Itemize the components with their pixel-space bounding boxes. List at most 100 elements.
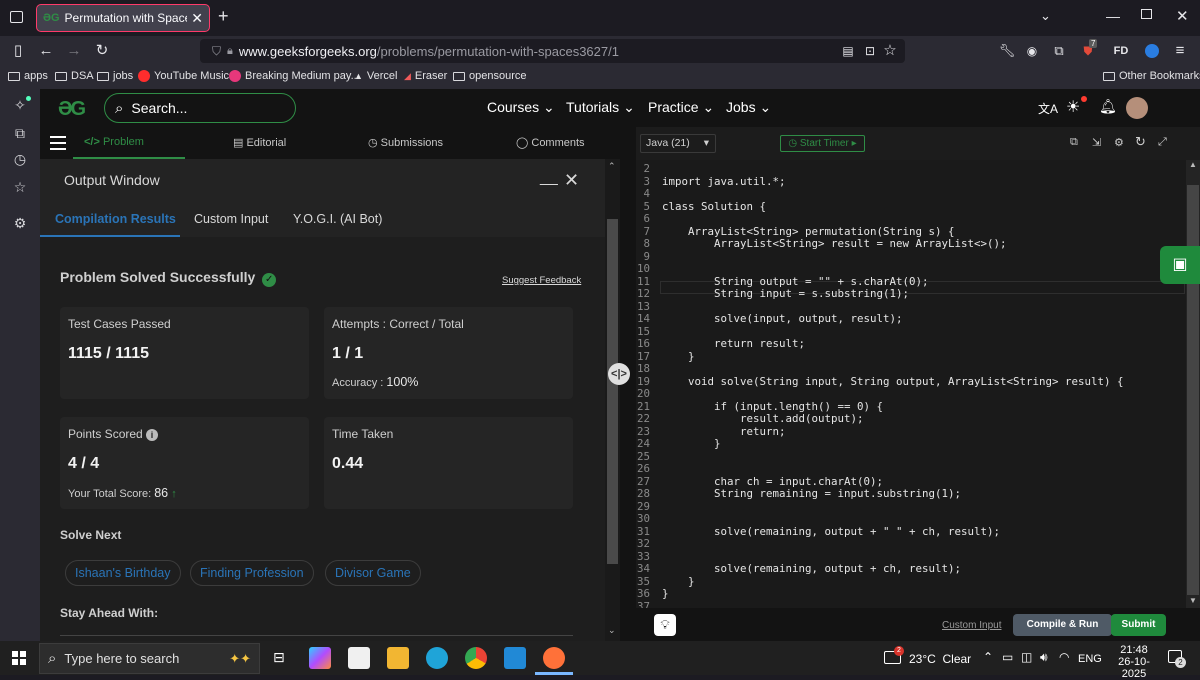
solve-next-chip[interactable]: Divisor Game — [325, 560, 421, 586]
tab-problem[interactable]: </> Problem — [84, 136, 144, 148]
sidebar-toggle-icon[interactable]: ▯ — [6, 36, 30, 66]
edge-icon[interactable] — [426, 647, 448, 669]
code-line[interactable]: solve(remaining, output + " " + ch, resu… — [662, 525, 1000, 538]
browser-tab-active[interactable]: ƏG Permutation with Spaces | Practi ✕ — [36, 4, 210, 32]
code-area[interactable]: 2 3 import java.util.*; 4 5 class Solution {6… — [636, 160, 1200, 608]
tab-list-icon[interactable] — [10, 11, 23, 23]
code-line[interactable]: String output = "" + s.charAt(0); — [662, 275, 929, 288]
show-hidden-icons-icon[interactable]: ⌃ — [983, 650, 993, 664]
settings-gear-icon[interactable]: ⚙ — [10, 215, 30, 235]
user-avatar[interactable] — [1126, 97, 1148, 119]
account-avatar-icon[interactable] — [1145, 44, 1159, 58]
solve-next-chip[interactable]: Finding Profession — [190, 560, 314, 586]
list-all-tabs-icon[interactable]: ⌄ — [1040, 8, 1051, 24]
extensions-puzzle-icon[interactable]: ⧉ — [1047, 36, 1071, 66]
close-output-icon[interactable]: ✕ — [564, 170, 579, 191]
compile-run-button[interactable]: Compile & Run — [1013, 614, 1112, 636]
minimize-icon[interactable]: — — [1106, 8, 1120, 24]
bookmark-apps[interactable]: apps — [8, 70, 48, 82]
bookmark-vercel[interactable]: ▲ Vercel — [354, 70, 398, 82]
code-line[interactable]: String input = s.substring(1); — [662, 287, 909, 300]
profile-label[interactable]: FD — [1109, 36, 1133, 66]
reload-icon[interactable]: ↻ — [90, 36, 114, 66]
output-scrollbar[interactable]: ⌃ ⌄ — [605, 159, 620, 641]
fullscreen-icon[interactable]: ⤢ — [1158, 136, 1167, 149]
nav-courses[interactable]: Courses ⌄ — [487, 99, 555, 116]
code-line[interactable]: String remaining = input.substring(1); — [662, 487, 961, 500]
code-line[interactable]: return result; — [662, 337, 805, 350]
code-line[interactable]: ArrayList<String> permutation(String s) … — [662, 225, 955, 238]
code-line[interactable]: ArrayList<String> result = new ArrayList… — [662, 237, 1007, 250]
info-icon[interactable]: i — [146, 429, 159, 441]
code-line[interactable]: solve(input, output, result); — [662, 312, 903, 325]
tab-close-icon[interactable]: ✕ — [191, 10, 203, 27]
windows-start-icon[interactable] — [12, 651, 26, 665]
code-line[interactable]: class Solution { — [662, 200, 766, 213]
language-select[interactable]: Java (21) ▾ — [640, 134, 716, 153]
solve-next-chip[interactable]: Ishaan's Birthday — [65, 560, 181, 586]
new-tab-icon[interactable]: + — [218, 6, 229, 27]
restore-icon[interactable] — [1141, 9, 1152, 19]
lock-icon[interactable]: 🔒︎ — [227, 45, 233, 58]
shield-icon[interactable]: ⛉ — [212, 44, 221, 59]
editor-settings-icon[interactable]: ⚙ — [1114, 136, 1124, 149]
scroll-down-icon[interactable]: ▼ — [1189, 596, 1197, 605]
site-search[interactable]: ⌕ Search... — [104, 93, 296, 123]
output-scroll-thumb[interactable] — [607, 219, 618, 564]
copilot-icon[interactable] — [309, 647, 331, 669]
bell-icon[interactable]: 🔔︎ — [1099, 98, 1117, 115]
lightbulb-icon[interactable]: 💡︎ — [654, 614, 676, 636]
extension-shield-icon[interactable]: ◉ — [1020, 36, 1044, 66]
address-bar[interactable]: ⛉ 🔒︎ www.geeksforgeeks.org/problems/perm… — [200, 39, 905, 63]
tab-compilation-results[interactable]: Compilation Results — [55, 212, 176, 226]
window-close-icon[interactable]: ✕ — [1176, 7, 1189, 25]
tab-submissions[interactable]: ◷ Submissions — [368, 136, 443, 149]
vscode-icon[interactable] — [504, 647, 526, 669]
nav-practice[interactable]: Practice ⌄ — [648, 99, 714, 116]
file-explorer-icon[interactable] — [387, 647, 409, 669]
code-line[interactable]: result.add(output); — [662, 412, 864, 425]
volume-icon[interactable]: 🔊︎ — [1040, 650, 1048, 665]
app-menu-icon[interactable]: ≡ — [1168, 36, 1192, 66]
nav-tutorials[interactable]: Tutorials ⌄ — [566, 99, 635, 116]
task-view-icon[interactable]: ⊟ — [273, 649, 285, 666]
tab-custom-input[interactable]: Custom Input — [194, 212, 268, 226]
code-line[interactable]: } — [662, 587, 669, 600]
bookmark-breaking-medium[interactable]: Breaking Medium pay... — [229, 70, 360, 82]
bookmark-other[interactable]: Other Bookmarks — [1103, 70, 1200, 82]
bookmark-dsa[interactable]: DSA — [55, 70, 94, 82]
weather-text[interactable]: 23°C Clear — [909, 652, 971, 666]
custom-input-link[interactable]: Custom Input — [942, 620, 1001, 631]
taskbar-search[interactable]: ⌕ Type here to search ✦✦ — [39, 643, 260, 674]
code-line[interactable]: } — [662, 350, 695, 363]
reset-code-icon[interactable]: ↻ — [1135, 134, 1146, 150]
copy-icon[interactable]: ⧉ — [1070, 136, 1078, 149]
submit-button[interactable]: Submit — [1111, 614, 1166, 636]
battery-icon[interactable]: ▭ — [1002, 650, 1013, 664]
theme-toggle-icon[interactable]: ☀ — [1066, 97, 1080, 117]
bookmark-eraser[interactable]: ◢ Eraser — [404, 70, 447, 82]
suggest-feedback-link[interactable]: Suggest Feedback — [502, 275, 581, 286]
code-line[interactable]: } — [662, 575, 695, 588]
firefox-icon[interactable] — [543, 647, 565, 669]
tab-yogi-bot[interactable]: Y.O.G.I. (AI Bot) — [293, 212, 382, 226]
start-timer-button[interactable]: ◷ Start Timer ▸ — [780, 135, 865, 152]
translate-icon[interactable]: 文A — [1038, 100, 1058, 117]
bookmarks-star-icon[interactable]: ☆ — [10, 179, 30, 199]
code-line[interactable]: return; — [662, 425, 786, 438]
scroll-down-icon[interactable]: ⌄ — [608, 625, 616, 636]
minimize-output-icon[interactable]: __ — [540, 169, 558, 187]
forward-icon[interactable]: → — [62, 36, 86, 66]
scroll-up-icon[interactable]: ▲ — [1189, 160, 1197, 169]
code-line[interactable]: char ch = input.charAt(0); — [662, 475, 883, 488]
tab-comments[interactable]: ◯ Comments — [516, 136, 585, 149]
store-icon[interactable] — [348, 647, 370, 669]
gfg-logo-icon[interactable]: ƏG — [58, 98, 86, 121]
reader-view-icon[interactable]: ▤ — [836, 36, 860, 66]
code-line[interactable]: solve(remaining, output + ch, result); — [662, 562, 961, 575]
wifi-icon[interactable]: ◠ — [1059, 650, 1069, 664]
bookmark-opensource[interactable]: opensource — [453, 70, 527, 82]
resize-handle-icon[interactable]: <|> — [608, 363, 630, 385]
code-line[interactable]: if (input.length() == 0) { — [662, 400, 883, 413]
camera-icon[interactable]: ◫ — [1021, 650, 1032, 664]
